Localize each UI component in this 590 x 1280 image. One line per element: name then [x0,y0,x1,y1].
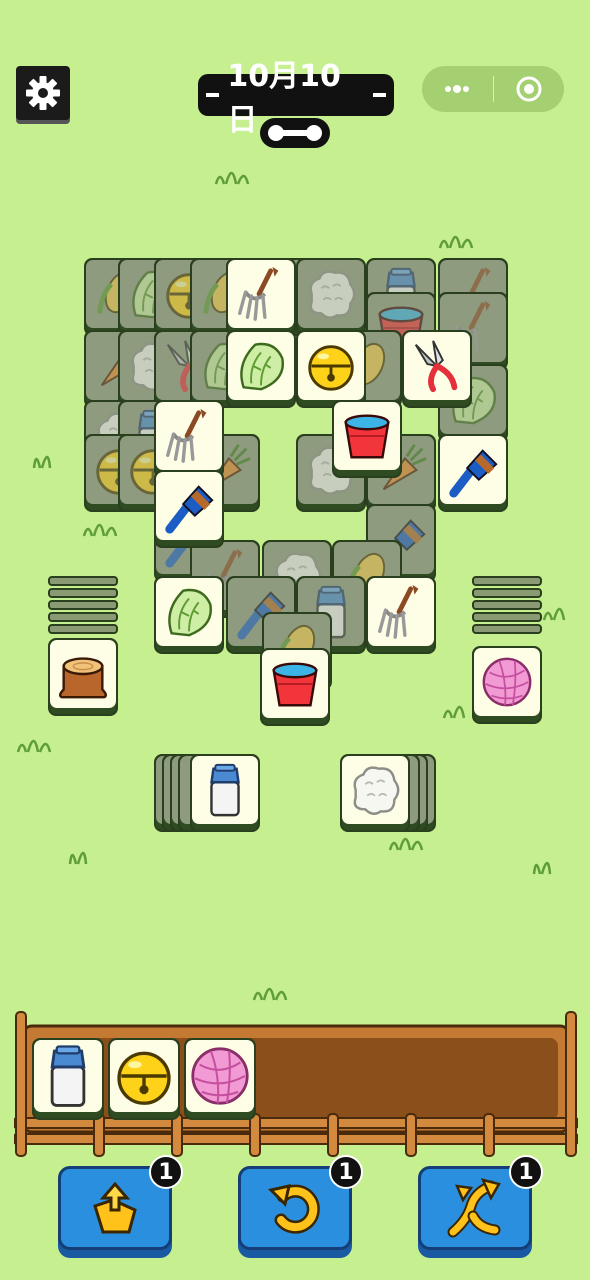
banner-dash-left [206,93,220,97]
pitchfork-icon [160,407,218,465]
bell-icon [302,337,360,395]
close-button[interactable] [494,66,565,112]
bucket-icon [338,407,396,465]
stump-icon [54,645,112,703]
tile-brush[interactable] [438,434,508,512]
settings-button[interactable] [16,66,70,120]
shears-icon [408,337,466,395]
grass-tuft [438,235,474,249]
yarn-icon [186,1002,254,1150]
grass-tuft [82,523,118,537]
tile-yarn[interactable] [472,646,542,724]
undo-count-badge: 1 [329,1155,363,1189]
bell-icon [110,1002,178,1150]
shuffle-count-badge: 1 [509,1155,543,1189]
wool-icon [346,761,404,819]
tile-cabbage[interactable] [154,576,224,654]
stack-edge [472,588,542,598]
progress-indicator [260,118,330,148]
tray-slot-milk [32,1038,104,1120]
shuffle-button[interactable]: 1 [418,1155,543,1250]
cabbage-icon [232,337,290,395]
date-banner: 10月10日 [198,59,394,138]
milk-icon [196,761,254,819]
brush-icon [160,477,218,535]
grass-tuft [542,607,566,621]
tile-stump[interactable] [48,638,118,716]
mini-program-capsule [422,66,564,112]
tile-bucket[interactable] [332,400,402,478]
brush-icon [444,441,502,499]
tray-slot-bell [108,1038,180,1120]
stack-edge [48,576,118,586]
tile-pitchfork[interactable] [154,400,224,478]
more-dots-icon [445,85,470,93]
stack-edge [472,612,542,622]
tile-bell[interactable] [296,330,366,408]
bucket-icon [266,655,324,713]
gear-icon [26,76,60,110]
stack-edge [472,624,542,634]
tile-pitchfork[interactable] [226,258,296,336]
more-button[interactable] [422,66,493,112]
grass-tuft [32,455,52,469]
tile-bucket[interactable] [260,648,330,726]
grass-tuft [532,861,552,875]
move-out-count-badge: 1 [149,1155,183,1189]
board-tile-covered [296,258,366,336]
stack-edge [48,588,118,598]
collection-tray [14,1010,578,1158]
tile-wool[interactable] [340,754,410,832]
stack-edge [48,612,118,622]
tile-milk[interactable] [190,754,260,832]
grass-tuft [442,705,466,719]
shuffle-icon [447,1178,501,1238]
tray-slot-yarn [184,1038,256,1120]
undo-button[interactable]: 1 [238,1155,363,1250]
grass-tuft [16,739,52,753]
stack-edge [472,600,542,610]
undo-arrow-icon [268,1184,320,1234]
stack-edge [48,624,118,634]
tile-pitchfork[interactable] [366,576,436,654]
milk-icon [34,1002,102,1150]
pitchfork-icon [232,265,290,323]
tile-cabbage[interactable] [226,330,296,408]
lift-out-icon [93,1181,137,1234]
tile-brush[interactable] [154,470,224,548]
grass-tuft [252,987,288,1001]
grass-tuft [68,851,88,865]
target-circle-icon [516,76,542,102]
move-out-button[interactable]: 1 [58,1155,183,1250]
tile-shears[interactable] [402,330,472,408]
pitchfork-icon [372,583,430,641]
yarn-icon [478,653,536,711]
grass-tuft [214,171,250,185]
banner-dash-right [372,93,386,97]
cabbage-icon [160,583,218,641]
stack-edge [48,600,118,610]
stack-edge [472,576,542,586]
